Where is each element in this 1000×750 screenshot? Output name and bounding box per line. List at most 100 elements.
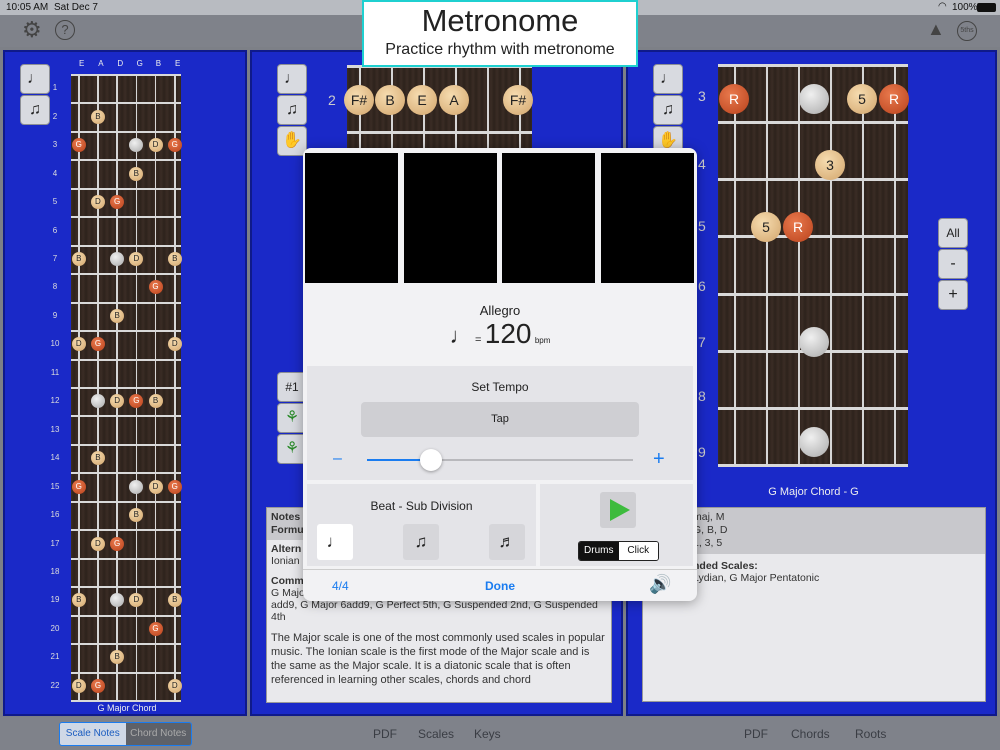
- pdf-button[interactable]: PDF: [373, 727, 397, 741]
- note-dot: D: [71, 337, 86, 352]
- fret-line: [718, 292, 908, 296]
- tempo-display: ♩ = 120 bpm: [303, 318, 697, 350]
- note-dot: F#: [344, 85, 374, 115]
- roots-button[interactable]: Roots: [855, 727, 886, 741]
- double-note-button[interactable]: ♫: [277, 95, 307, 125]
- fret-line: [71, 557, 181, 560]
- wifi-icon: ◠: [938, 1, 947, 12]
- scale-notes-tab[interactable]: Scale Notes: [60, 723, 126, 745]
- fret-numbers: 1 2 3 4 5 6 7 8 9 10 11 12 13 14 15 16 17 18 19 20 21 22: [51, 74, 73, 700]
- fret-number: 13: [50, 424, 60, 434]
- help-icon[interactable]: ?: [55, 20, 75, 40]
- speaker-icon[interactable]: 🔊: [649, 574, 671, 595]
- fret-line: [71, 500, 181, 503]
- zoom-all-button[interactable]: All: [938, 218, 968, 248]
- bpm-unit: bpm: [534, 336, 551, 345]
- fret-number: 7: [52, 253, 58, 263]
- note-dot: D: [167, 678, 182, 693]
- note-dot: B: [129, 166, 144, 181]
- drums-option[interactable]: Drums: [579, 542, 619, 560]
- marker-dot: [110, 251, 125, 266]
- fret-line: [718, 235, 908, 239]
- tempo-decrease[interactable]: –: [333, 450, 342, 468]
- tempo-slider[interactable]: [367, 449, 633, 471]
- note-dot: B: [90, 451, 105, 466]
- double-note-button[interactable]: ♫: [20, 95, 50, 125]
- fret-line: [718, 406, 908, 410]
- zoom-out-button[interactable]: -: [938, 249, 968, 279]
- fret-number: 9: [698, 444, 706, 460]
- play-section: Drums Click: [540, 484, 693, 566]
- string-label: E: [79, 59, 85, 68]
- set-tempo-label: Set Tempo: [471, 380, 529, 394]
- double-note-button[interactable]: ♫: [653, 95, 683, 125]
- left-caption: G Major Chord: [97, 703, 157, 713]
- subdivision-label: Beat - Sub Division: [370, 499, 473, 513]
- equals: =: [474, 334, 482, 346]
- note-dot: B: [110, 308, 125, 323]
- mid-fret-number: 2: [328, 92, 336, 108]
- root-dot: R: [879, 84, 909, 114]
- keys-button[interactable]: Keys: [474, 727, 501, 741]
- eighth-notes-button[interactable]: ♫: [403, 524, 439, 560]
- note-dot: G: [110, 536, 125, 551]
- fret-line: [71, 415, 181, 418]
- fret-number: 14: [50, 453, 60, 463]
- beat-indicator: [502, 153, 595, 283]
- open-dot: [799, 84, 829, 114]
- right-fretboard[interactable]: [718, 64, 908, 467]
- fretboard[interactable]: [71, 74, 181, 702]
- fret-number: 7: [698, 334, 706, 350]
- pdf-button[interactable]: PDF: [744, 727, 768, 741]
- set-tempo-section: Set Tempo Tap – +: [307, 366, 693, 480]
- fret-line: [71, 387, 181, 389]
- fret-number: 20: [50, 623, 60, 633]
- done-button[interactable]: Done: [303, 579, 697, 593]
- chords-button[interactable]: Chords: [791, 727, 830, 741]
- divider: [303, 569, 697, 570]
- triplet-notes-button[interactable]: ♬: [489, 524, 525, 560]
- fret-number: 5: [52, 197, 58, 207]
- click-option[interactable]: Click: [618, 542, 658, 560]
- play-button[interactable]: [600, 492, 636, 528]
- note-dot: A: [439, 85, 469, 115]
- note-dot: D: [167, 337, 182, 352]
- fret-line: [71, 700, 181, 702]
- scales-button[interactable]: Scales: [418, 727, 454, 741]
- fret-line: [71, 74, 181, 76]
- fret-number: 15: [50, 481, 60, 491]
- fret-line: [718, 464, 908, 467]
- tap-button[interactable]: Tap: [361, 402, 639, 437]
- chord-formula: 1, 3, 5: [693, 537, 723, 549]
- marker-dot: [799, 327, 829, 357]
- fret-number: 4: [698, 156, 706, 172]
- quarter-note-button[interactable]: ♩: [317, 524, 353, 560]
- fret-line: [718, 121, 908, 125]
- fret-number: 5: [698, 218, 706, 234]
- fret-number: 8: [698, 388, 706, 404]
- single-note-button[interactable]: ♩: [277, 64, 307, 94]
- metronome-dialog: Allegro ♩ = 120 bpm Set Tempo Tap – + Be…: [303, 148, 697, 601]
- hand-icon[interactable]: ✋: [277, 126, 307, 156]
- tempo-increase[interactable]: +: [653, 448, 665, 471]
- chord-notes-tab[interactable]: Chord Notes: [125, 723, 191, 745]
- fret-line: [347, 131, 532, 134]
- fifth-dot: 5: [847, 84, 877, 114]
- gear-icon[interactable]: ⚙: [22, 17, 42, 43]
- metronome-icon[interactable]: ▲: [927, 19, 945, 40]
- single-note-button[interactable]: ♩: [20, 64, 50, 94]
- fret-line: [71, 358, 181, 361]
- zoom-in-button[interactable]: +: [938, 280, 968, 310]
- beat-indicator: [404, 153, 497, 283]
- fifths-circle-icon[interactable]: 5ths: [957, 21, 977, 41]
- single-note-button[interactable]: ♩: [653, 64, 683, 94]
- fret-number: 21: [50, 652, 60, 662]
- chord-notes: G, B, D: [693, 524, 728, 536]
- fifth-dot: 5: [751, 212, 781, 242]
- status-time: 10:05 AM: [6, 2, 49, 13]
- note-dot: B: [167, 251, 182, 266]
- fret-number: 3: [698, 88, 706, 104]
- root-dot: R: [719, 84, 749, 114]
- slider-thumb[interactable]: [419, 449, 442, 471]
- note-dot: G: [71, 479, 86, 494]
